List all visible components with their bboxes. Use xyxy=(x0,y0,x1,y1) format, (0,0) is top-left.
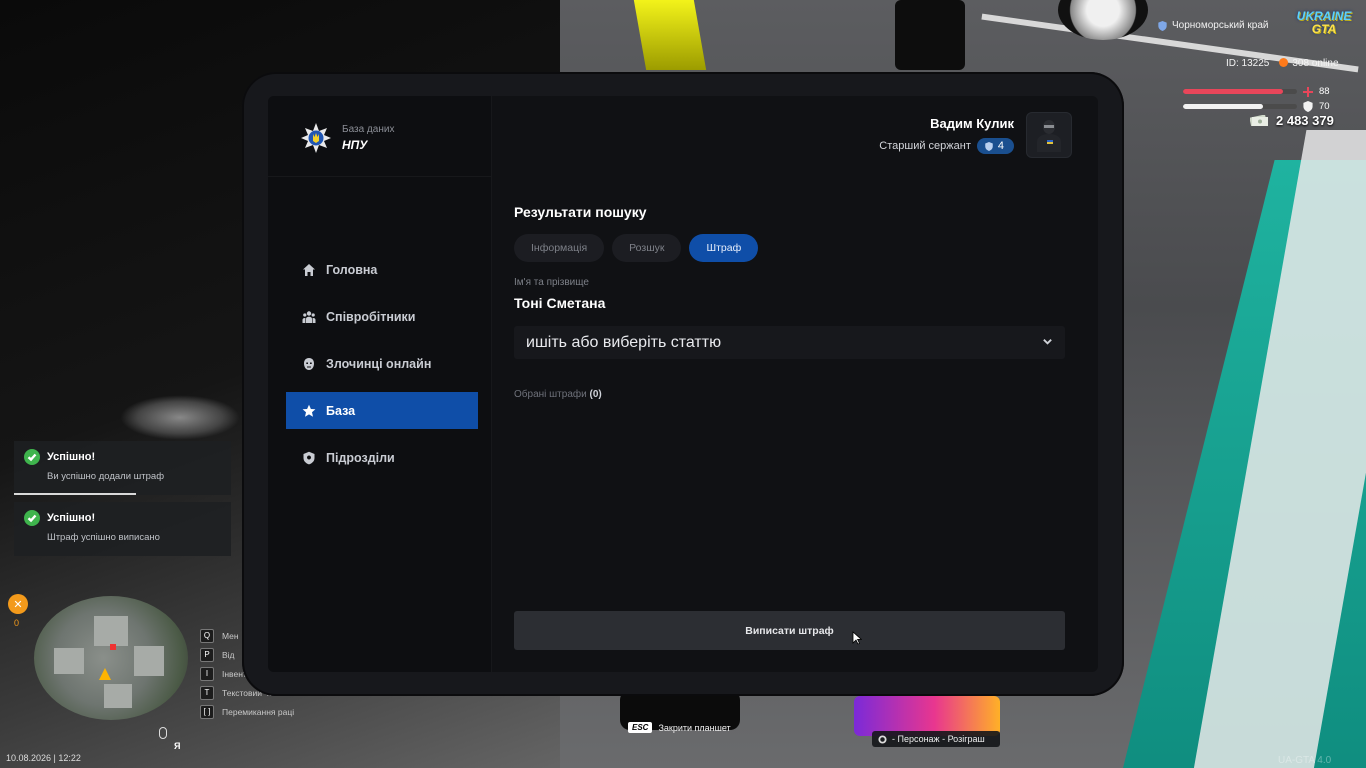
health-cross-icon xyxy=(1303,86,1313,97)
mission-x-icon: ✕ xyxy=(8,594,28,614)
toast-message: Штраф успішно виписано xyxy=(47,532,160,543)
version-watermark: UA-GTA 4.0 xyxy=(1278,755,1332,766)
rank-level: 4 xyxy=(997,140,1004,152)
minimap xyxy=(34,596,188,720)
sidebar-nav: Головна Співробітники Злочинці онлайн Ба… xyxy=(286,251,478,486)
divider xyxy=(268,176,492,177)
police-tablet: База даних НПУ Головна Співробітники Зло… xyxy=(242,72,1124,696)
toast-title: Успішно! xyxy=(47,512,96,524)
page-title: Результати пошуку xyxy=(514,204,647,220)
health-bar: 88 xyxy=(1183,86,1330,97)
server-logo: UKRAINE GTA xyxy=(1296,9,1352,36)
notification-toast: Успішно! Штраф успішно виписано xyxy=(14,502,231,556)
armor-shield-icon xyxy=(1303,101,1313,112)
region-name: Чорноморський край xyxy=(1172,20,1269,31)
gear-icon xyxy=(878,734,887,744)
user-profile: Вадим Кулик Старший сержант 4 xyxy=(879,112,1072,158)
brand-subtitle: База даних xyxy=(342,124,395,135)
esc-key: ESC xyxy=(628,722,653,733)
chevron-down-icon xyxy=(1042,334,1053,352)
article-select[interactable]: ишіть або виберіть статтю xyxy=(514,326,1065,359)
officer-avatar-icon xyxy=(1037,120,1061,152)
toast-message: Ви успішно додали штраф xyxy=(47,471,165,482)
chosen-fines-label: Обрані штрафи xyxy=(514,389,587,400)
close-tablet-hint: ESC Закрити планшет xyxy=(628,722,731,733)
toast-progress xyxy=(14,493,136,495)
armor-bar: 70 xyxy=(1183,101,1330,112)
name-label: Ім'я та прізвище xyxy=(514,277,589,288)
brand-name: НПУ xyxy=(342,138,368,152)
chosen-fines: Обрані штрафи (0) xyxy=(514,389,602,400)
article-select-text: ишіть або виберіть статтю xyxy=(526,333,722,351)
region-indicator: Чорноморський край xyxy=(1158,20,1269,31)
tablet-screen: База даних НПУ Головна Співробітники Зло… xyxy=(268,96,1098,672)
date-time: 10.08.2026 | 12:22 xyxy=(6,753,81,763)
player-info: ID: 13225 308 online xyxy=(1226,58,1339,69)
promo-caption[interactable]: - Персонаж - Розіграш xyxy=(872,731,1000,747)
check-icon xyxy=(24,449,40,465)
tab-wanted[interactable]: Розшук xyxy=(612,234,682,262)
shield-icon xyxy=(1158,20,1167,31)
shield-icon xyxy=(302,451,316,465)
rank-shield-icon xyxy=(985,141,993,151)
hotkey-row: [ ] Перемикання раці xyxy=(200,704,294,719)
toast-title: Успішно! xyxy=(47,451,96,463)
player-arrow-icon xyxy=(99,668,111,680)
armor-value: 70 xyxy=(1319,101,1330,112)
health-value: 88 xyxy=(1319,86,1330,97)
check-icon xyxy=(24,510,40,526)
armor-fill xyxy=(1183,104,1263,109)
result-tabs: Інформація Розшук Штраф xyxy=(514,234,759,262)
close-tablet-label: Закрити планшет xyxy=(658,722,731,733)
person-name: Тоні Сметана xyxy=(514,295,606,311)
mask-icon xyxy=(302,357,316,371)
language-indicator: Я xyxy=(174,741,181,751)
issue-fine-button[interactable]: Виписати штраф xyxy=(514,611,1065,650)
online-icon xyxy=(1279,58,1289,67)
notification-toast: Успішно! Ви успішно додали штраф xyxy=(14,441,231,495)
player-id: ID: 13225 xyxy=(1226,58,1270,69)
users-icon xyxy=(302,310,316,324)
sidebar-item-home[interactable]: Головна xyxy=(286,251,478,288)
cash-icon xyxy=(1250,115,1268,126)
sidebar-item-database[interactable]: База xyxy=(286,392,478,429)
mission-count: 0 xyxy=(14,618,20,628)
tab-info[interactable]: Інформація xyxy=(514,234,605,262)
money-display: 2 483 379 xyxy=(1250,113,1334,128)
promo-banner[interactable] xyxy=(854,696,1000,736)
main-content: Вадим Кулик Старший сержант 4 Результати… xyxy=(492,96,1098,672)
home-icon xyxy=(302,263,316,277)
chosen-fines-count: (0) xyxy=(589,389,602,400)
money-value: 2 483 379 xyxy=(1276,113,1334,128)
waypoint-marker xyxy=(110,644,116,650)
user-rank: Старший сержант xyxy=(879,140,971,152)
user-name: Вадим Кулик xyxy=(930,116,1014,131)
sidebar-item-departments[interactable]: Підрозділи xyxy=(286,439,478,476)
rank-badge: 4 xyxy=(976,138,1014,154)
sidebar: База даних НПУ Головна Співробітники Зло… xyxy=(268,96,492,672)
avatar xyxy=(1026,112,1072,158)
sidebar-item-employees[interactable]: Співробітники xyxy=(286,298,478,335)
sidebar-item-criminals-online[interactable]: Злочинці онлайн xyxy=(286,345,478,382)
health-fill xyxy=(1183,89,1284,94)
tab-fine[interactable]: Штраф xyxy=(689,234,759,262)
mouse-cursor-icon xyxy=(852,631,862,645)
star-icon xyxy=(302,404,316,418)
microphone-icon xyxy=(159,727,167,739)
online-count: 308 online xyxy=(1292,58,1339,69)
brand: База даних НПУ xyxy=(300,122,394,154)
police-badge-icon xyxy=(301,123,331,153)
